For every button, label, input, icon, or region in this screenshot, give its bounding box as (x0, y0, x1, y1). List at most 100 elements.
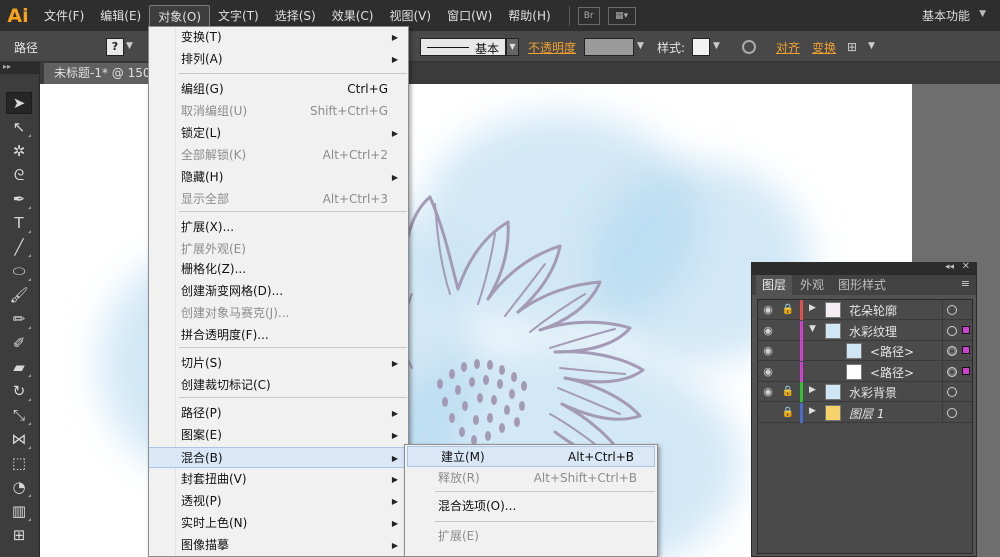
object-menu-item[interactable]: 路径(P) ▶ (149, 403, 408, 424)
selection-indicator[interactable] (962, 325, 970, 334)
menu-view[interactable]: 视图(V) (381, 5, 439, 27)
layer-name[interactable]: 图层 1 (849, 405, 884, 422)
shape-builder-tool-icon[interactable]: ◔ (6, 476, 32, 498)
style-dropdown-icon[interactable]: ▼ (713, 41, 720, 51)
expand-right-icon[interactable]: ▶ (809, 385, 816, 395)
object-menu-item[interactable]: 变换(T) ▶ (149, 27, 408, 48)
target-circle-icon[interactable] (947, 346, 957, 356)
pencil-tool-icon[interactable]: ✏ (6, 308, 32, 330)
selection-tool-icon[interactable]: ➤ (6, 92, 32, 114)
object-menu-item[interactable]: 混合(B) ▶ (149, 447, 408, 468)
recolor-artwork-icon[interactable] (742, 40, 756, 54)
target-circle-icon[interactable] (947, 387, 957, 397)
layer-name[interactable]: <路径> (870, 343, 914, 360)
visibility-eye-icon[interactable]: ◉ (761, 303, 775, 317)
opacity-link[interactable]: 不透明度 (528, 39, 576, 56)
collapse-panel-icon[interactable]: ◂◂ (945, 262, 954, 272)
control-menu-dropdown-icon[interactable]: ▼ (868, 41, 875, 51)
expand-down-icon[interactable]: ▼ (809, 324, 816, 334)
menu-file[interactable]: 文件(F) (36, 5, 92, 27)
eraser-tool-icon[interactable]: ▰ (6, 356, 32, 378)
selection-indicator[interactable] (962, 346, 970, 354)
isolate-icon[interactable]: ⊞ (847, 40, 857, 54)
arrange-documents-icon[interactable]: ▦▾ (607, 6, 636, 25)
graph-tool-icon[interactable]: ▥ (6, 500, 32, 522)
visibility-eye-icon[interactable]: ◉ (761, 365, 775, 379)
stroke-profile-box[interactable]: 基本 (420, 38, 506, 56)
expand-right-icon[interactable]: ▶ (809, 406, 816, 416)
opacity-dropdown-icon[interactable]: ▼ (637, 41, 644, 51)
object-menu-item[interactable]: 创建裁切标记(C) (149, 375, 408, 396)
menu-help[interactable]: 帮助(H) (500, 5, 558, 27)
object-menu-item[interactable]: 隐藏(H) ▶ (149, 167, 408, 188)
layer-name[interactable]: 花朵轮廓 (849, 302, 897, 319)
menu-window[interactable]: 窗口(W) (439, 5, 500, 27)
target-circle-icon[interactable] (947, 325, 957, 336)
object-menu-item[interactable]: 切片(S) ▶ (149, 353, 408, 374)
line-tool-icon[interactable]: ╱ (6, 236, 32, 258)
bridge-icon[interactable]: Br (577, 6, 600, 25)
object-menu-item[interactable]: 封套扭曲(V) ▶ (149, 469, 408, 490)
pen-tool-icon[interactable]: ✒ (6, 188, 32, 210)
artboard-tool-icon[interactable]: ⊞ (6, 524, 32, 546)
tab-layers[interactable]: 图层 (756, 275, 793, 295)
layer-row[interactable]: ◉ <路径> (758, 361, 972, 382)
lock-icon[interactable]: 🔒 (781, 385, 795, 399)
object-menu-item[interactable]: 透视(P) ▶ (149, 491, 408, 512)
fill-unknown-icon[interactable]: ? (106, 38, 124, 56)
magic-wand-tool-icon[interactable]: ✲ (6, 140, 32, 162)
object-menu-item[interactable]: 图像描摹 ▶ (149, 535, 408, 556)
object-menu-item[interactable]: 拼合透明度(F)... (149, 325, 408, 346)
object-menu-item[interactable]: 实时上色(N) ▶ (149, 513, 408, 534)
chevron-down-icon[interactable]: ▼ (979, 9, 986, 19)
menu-edit[interactable]: 编辑(E) (92, 5, 149, 27)
layer-name[interactable]: <路径> (870, 364, 914, 381)
target-circle-icon[interactable] (947, 366, 957, 377)
workspace-switcher[interactable]: 基本功能 (922, 7, 970, 24)
direct-selection-tool-icon[interactable]: ↖ (6, 116, 32, 138)
lock-icon[interactable] (781, 344, 795, 358)
panel-menu-icon[interactable]: ≡ (961, 277, 970, 290)
close-icon[interactable]: ✕ (962, 261, 970, 272)
object-menu-item[interactable]: 图案(E) ▶ (149, 425, 408, 446)
lock-icon[interactable]: 🔒 (781, 406, 795, 420)
target-circle-icon[interactable] (947, 407, 957, 418)
object-menu-item[interactable]: 扩展(X)... (149, 217, 408, 238)
layer-row[interactable]: ◉ <路径> (758, 341, 972, 361)
tab-graphic-styles[interactable]: 图形样式 (832, 275, 892, 295)
layer-name[interactable]: 水彩背景 (849, 384, 897, 401)
document-tab[interactable]: 未标题-1* @ 150% (44, 63, 154, 84)
transform-link[interactable]: 变换 (812, 39, 836, 56)
menu-object[interactable]: 对象(O) (149, 4, 211, 27)
align-link[interactable]: 对齐 (776, 39, 800, 56)
lock-icon[interactable] (781, 324, 795, 338)
layer-row[interactable]: ◉ ▼ 水彩纹理 (758, 320, 972, 341)
selection-indicator[interactable] (962, 366, 970, 375)
fill-dropdown-icon[interactable]: ▼ (126, 41, 133, 51)
ellipse-tool-icon[interactable]: ⬭ (6, 260, 32, 282)
lasso-tool-icon[interactable]: ᘓ (6, 164, 32, 186)
object-menu-item[interactable]: 栅格化(Z)... (149, 259, 408, 280)
object-menu-item[interactable]: 锁定(L) ▶ (149, 123, 408, 144)
layer-row[interactable]: 🔒 ▶ 图层 1 (758, 402, 972, 423)
object-menu-item[interactable]: 排列(A) ▶ (149, 49, 408, 70)
style-swatch[interactable] (692, 38, 710, 56)
blend-submenu-item[interactable]: 混合选项(O)... (405, 496, 657, 517)
visibility-eye-icon[interactable] (761, 406, 775, 420)
layer-name[interactable]: 水彩纹理 (849, 323, 897, 340)
type-tool-icon[interactable]: T (6, 212, 32, 234)
layer-row[interactable]: ◉ 🔒 ▶ 水彩背景 (758, 382, 972, 402)
free-transform-tool-icon[interactable]: ⬚ (6, 452, 32, 474)
blob-brush-tool-icon[interactable]: ✐ (6, 332, 32, 354)
visibility-eye-icon[interactable]: ◉ (761, 344, 775, 358)
lock-icon[interactable] (781, 365, 795, 379)
target-circle-icon[interactable] (947, 305, 957, 315)
object-menu-item[interactable]: 创建渐变网格(D)... (149, 281, 408, 302)
paintbrush-tool-icon[interactable]: 🖌 (6, 284, 32, 306)
layer-row[interactable]: ◉ 🔒 ▶ 花朵轮廓 (758, 300, 972, 320)
visibility-eye-icon[interactable]: ◉ (761, 324, 775, 338)
menu-select[interactable]: 选择(S) (267, 5, 324, 27)
tab-appearance[interactable]: 外观 (794, 275, 830, 295)
scale-tool-icon[interactable]: ⤡ (6, 404, 32, 426)
toolbox-collapse-icon[interactable]: ▸▸ (0, 62, 39, 74)
